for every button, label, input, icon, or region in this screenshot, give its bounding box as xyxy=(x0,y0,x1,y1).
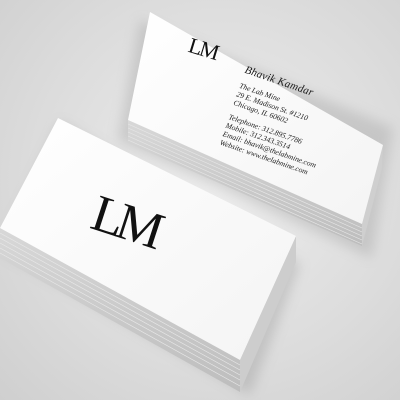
business-card-mockup-scene: LM Bhavik Kamdar The Lab Mine 29 E. Madi… xyxy=(0,0,400,400)
